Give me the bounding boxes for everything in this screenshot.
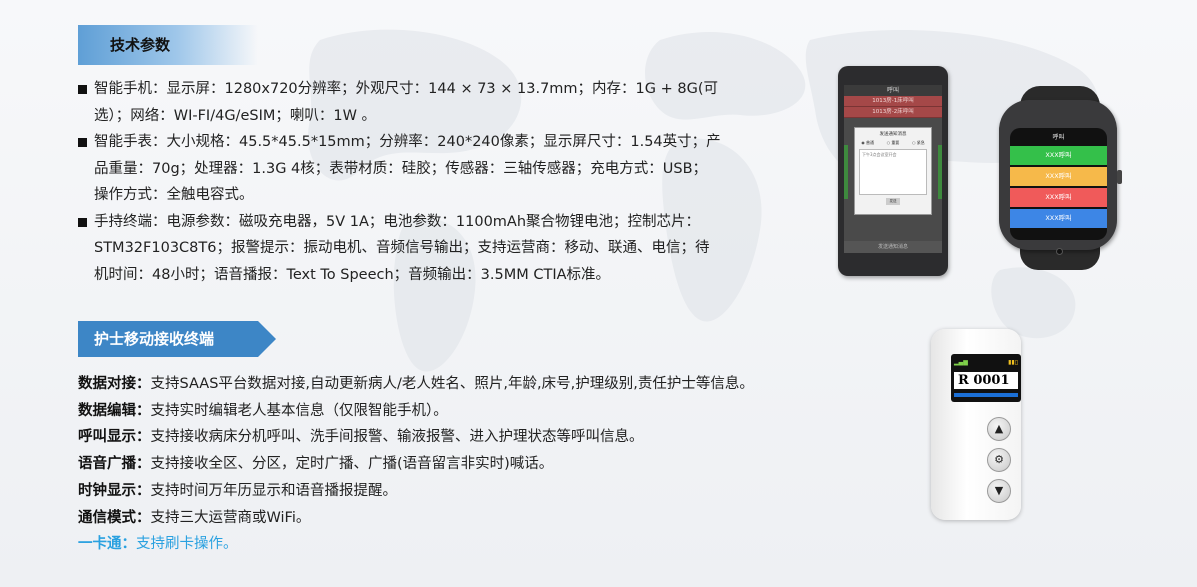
square-bullet-icon: [78, 217, 87, 227]
handheld-display: ▂▄▆ ▮▮▯ R 0001: [951, 354, 1021, 402]
watch-call-button: XXX呼叫: [1010, 146, 1107, 165]
section-title-tech-specs: 技术参数: [78, 25, 258, 65]
feature-text: 支持实时编辑老人基本信息（仅限智能手机）。: [150, 402, 448, 419]
spec-item-watch: 智能手表：大小规格：45.5*45.5*15mm；分辨率：240*240像素；显…: [78, 129, 768, 209]
watch-call-button: XXX呼叫: [1010, 188, 1107, 207]
signal-icon: ▂▄▆: [954, 359, 968, 366]
feature-label: 通信模式：: [78, 509, 151, 526]
feature-text: 支持刷卡操作。: [136, 536, 238, 553]
handheld-room-code: R 0001: [954, 372, 1018, 389]
feature-item-card: 一卡通：支持刷卡操作。: [78, 531, 838, 558]
watch-crown: [1117, 170, 1122, 184]
spec-list: 智能手机：显示屏：1280x720分辨率；外观尺寸：144 × 73 × 13.…: [78, 76, 768, 288]
spec-item-phone: 智能手机：显示屏：1280x720分辨率；外观尺寸：144 × 73 × 13.…: [78, 76, 768, 129]
spec-line: 选）；网络：WI-FI/4G/eSIM；喇叭：1W 。: [94, 107, 377, 124]
phone-screen-title: 呼叫: [844, 85, 942, 96]
feature-text: 支持时间万年历显示和语音播报提醒。: [150, 482, 398, 499]
phone-notify-dialog: 发送通知消息 ◉ 普通 ○ 重要 ○ 紧急 下午3点会议室开会 发送: [854, 127, 932, 215]
phone-side-bar: [938, 145, 942, 199]
feature-item: 呼叫显示：支持接收病床分机呼叫、洗手间报警、输液报警、进入护理状态等呼叫信息。: [78, 424, 838, 451]
handheld-status-bar: ▂▄▆ ▮▮▯: [954, 359, 1018, 369]
square-bullet-icon: [78, 138, 87, 147]
spec-line: 操作方式：全触电容式。: [94, 187, 254, 203]
down-arrow-icon: ▼: [987, 479, 1011, 503]
spec-line: STM32F103C8T6；报警提示：振动电机、音频信号输出；支持运营商：移动、…: [94, 240, 710, 256]
feature-item: 数据对接：支持SAAS平台数据对接,自动更新病人/老人姓名、照片,年龄,床号,护…: [78, 371, 838, 398]
feature-item: 数据编辑：支持实时编辑老人基本信息（仅限智能手机）。: [78, 398, 838, 425]
radio-option: ○ 重要: [886, 140, 900, 145]
dialog-textarea: 下午3点会议室开会: [859, 149, 927, 195]
phone-side-bar: [844, 145, 848, 199]
feature-item: 通信模式：支持三大运营商或WiFi。: [78, 505, 838, 532]
battery-icon: ▮▮▯: [1008, 359, 1018, 366]
phone-call-row: 1013房-1床呼叫: [844, 96, 942, 107]
phone-screen: 呼叫 1013房-1床呼叫 1013房-2床呼叫 发送通知消息 ◉ 普通 ○ 重…: [844, 85, 942, 253]
handheld-display-bar: [954, 393, 1018, 397]
watch-call-button: XXX呼叫: [1010, 167, 1107, 186]
phone-call-row: 1013房-2床呼叫: [844, 107, 942, 118]
smartwatch-image: 呼叫 XXX呼叫 XXX呼叫 XXX呼叫 XXX呼叫: [997, 86, 1122, 270]
settings-gear-icon: ⚙: [987, 448, 1011, 472]
feature-list: 数据对接：支持SAAS平台数据对接,自动更新病人/老人姓名、照片,年龄,床号,护…: [78, 371, 838, 558]
feature-label: 数据编辑：: [78, 402, 151, 419]
feature-label: 一卡通：: [78, 536, 136, 553]
smartphone-image: 呼叫 1013房-1床呼叫 1013房-2床呼叫 发送通知消息 ◉ 普通 ○ 重…: [838, 66, 948, 276]
spec-line: 手持终端：电源参数：磁吸充电器，5V 1A；电池参数：1100mAh聚合物锂电池…: [94, 213, 701, 230]
spec-item-handheld: 手持终端：电源参数：磁吸充电器，5V 1A；电池参数：1100mAh聚合物锂电池…: [78, 209, 768, 289]
feature-label: 语音广播：: [78, 456, 151, 473]
feature-item: 时钟显示：支持时间万年历显示和语音播报提醒。: [78, 478, 838, 505]
phone-bottom-bar: 发送通知消息: [844, 241, 942, 253]
up-arrow-icon: ▲: [987, 417, 1011, 441]
dialog-radio-group: ◉ 普通 ○ 重要 ○ 紧急: [855, 140, 931, 146]
spec-line: 机时间：48小时；语音播报：Text To Speech；音频输出：3.5MM …: [94, 266, 611, 283]
section-title-nurse-terminal: 护士移动接收终端: [78, 321, 276, 357]
feature-text: 支持SAAS平台数据对接,自动更新病人/老人姓名、照片,年龄,床号,护理级别,责…: [150, 376, 754, 392]
spec-line: 智能手机：显示屏：1280x720分辨率；外观尺寸：144 × 73 × 13.…: [94, 81, 719, 97]
handheld-terminal-image: ▂▄▆ ▮▮▯ R 0001 ▲ ⚙ ▼: [931, 329, 1021, 520]
feature-label: 呼叫显示：: [78, 429, 151, 446]
watch-screen-title: 呼叫: [1052, 134, 1065, 141]
feature-text: 支持三大运营商或WiFi。: [150, 509, 311, 526]
radio-option: ◉ 普通: [861, 140, 875, 145]
feature-label: 数据对接：: [78, 376, 151, 392]
watch-call-button: XXX呼叫: [1010, 209, 1107, 228]
camera-icon: [1056, 248, 1063, 255]
radio-option: ○ 紧急: [911, 140, 925, 145]
square-bullet-icon: [78, 85, 87, 94]
dialog-send-button: 发送: [886, 198, 900, 205]
feature-item: 语音广播：支持接收全区、分区，定时广播、广播(语音留言非实时)喊话。: [78, 451, 838, 478]
watch-case: 呼叫 XXX呼叫 XXX呼叫 XXX呼叫 XXX呼叫: [999, 100, 1122, 255]
spec-line: 品重量：70g；处理器：1.3G 4核；表带材质：硅胶；传感器：三轴传感器；充电…: [94, 160, 708, 177]
feature-label: 时钟显示：: [78, 482, 151, 499]
feature-text: 支持接收病床分机呼叫、洗手间报警、输液报警、进入护理状态等呼叫信息。: [150, 429, 644, 446]
dialog-title: 发送通知消息: [879, 132, 907, 137]
spec-line: 智能手表：大小规格：45.5*45.5*15mm；分辨率：240*240像素；显…: [94, 134, 721, 150]
watch-screen: 呼叫 XXX呼叫 XXX呼叫 XXX呼叫 XXX呼叫: [1010, 128, 1107, 240]
feature-text: 支持接收全区、分区，定时广播、广播(语音留言非实时)喊话。: [150, 456, 554, 473]
